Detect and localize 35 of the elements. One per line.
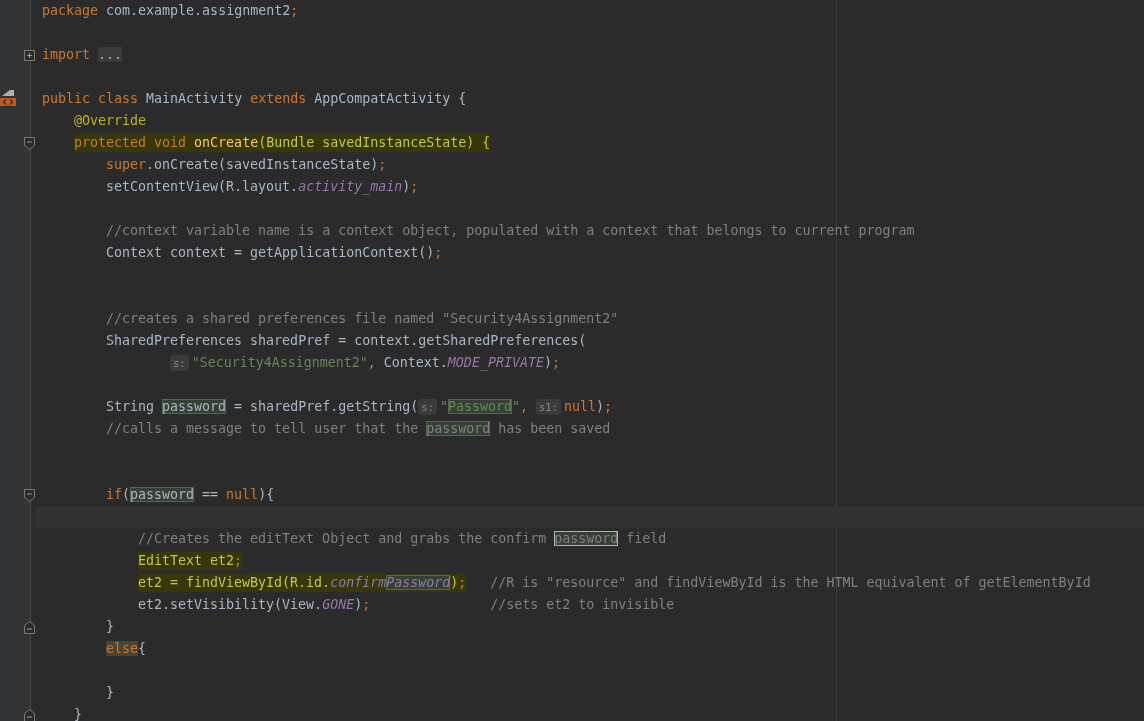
- fold-collapse-icon[interactable]: [24, 488, 35, 502]
- fold-expand-icon[interactable]: [24, 49, 35, 61]
- code-text: @Override: [74, 112, 147, 130]
- fold-collapse-icon[interactable]: [24, 136, 35, 150]
- code-text: else{: [106, 640, 147, 658]
- code-text: }: [106, 618, 114, 636]
- code-text: //Creates the editText Object and grabs the confirm password field: [138, 530, 667, 548]
- code-text: super.onCreate(savedInstanceState);: [106, 156, 387, 174]
- code-text: public class MainActivity extends AppCompatActivity {: [42, 90, 467, 108]
- code-text: }: [74, 706, 82, 721]
- code-text: //calls a message to tell user that the password has been saved: [106, 420, 611, 438]
- code-text: setContentView(R.layout.activity_main);: [106, 178, 419, 196]
- code-text: package com.example.assignment2;: [42, 2, 299, 20]
- parameter-hint: s:: [170, 355, 189, 371]
- code-text: }: [106, 684, 114, 702]
- fold-end-icon[interactable]: [24, 620, 35, 634]
- code-text: protected void onCreate(Bundle savedInstanceState) {: [74, 134, 491, 152]
- code-text: "Security4Assignment2", Context.MODE_PRIVATE);: [191, 354, 560, 372]
- fold-end-icon[interactable]: [24, 708, 35, 721]
- code-text: null);: [563, 398, 612, 416]
- code-text: //context variable name is a context object, populated with a context that belongs to current program: [106, 222, 915, 240]
- code-text: et2 = findViewById(R.id.confirmPassword);: [138, 574, 467, 592]
- code-comment: //sets et2 to invisible: [490, 596, 675, 614]
- implements-icon[interactable]: [0, 89, 16, 106]
- code-text: EditText et2;: [138, 552, 243, 570]
- parameter-hint: s:: [418, 399, 437, 415]
- code-text: Context context = getApplicationContext();: [106, 244, 443, 262]
- code-comment: //R is "resource" and findViewById is the HTML equivalent of getElementById: [490, 574, 1091, 592]
- code-text: //creates a shared preferences file named "Security4Assignment2": [106, 310, 619, 328]
- code-text: if(password == null){: [106, 486, 275, 504]
- code-text: SharedPreferences sharedPref = context.getSharedPreferences(: [106, 332, 587, 350]
- code-text: et2.setVisibility(View.GONE);: [138, 596, 371, 614]
- parameter-hint: s1:: [536, 399, 561, 415]
- code-text: import ...: [42, 46, 123, 64]
- code-text: String password = sharedPref.getString(: [106, 398, 419, 416]
